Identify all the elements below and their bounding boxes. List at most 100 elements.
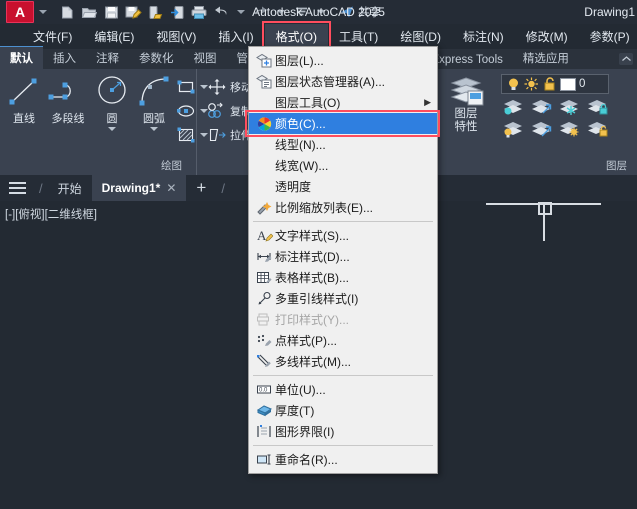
menu-item-linetype[interactable]: 线型(N)... [249, 134, 437, 155]
print-icon[interactable] [188, 2, 210, 22]
dim-style-icon [253, 248, 275, 265]
chevron-down-icon[interactable] [39, 10, 47, 14]
mline-style-icon [253, 353, 275, 370]
drawing-limits-icon [253, 423, 275, 440]
menu-modify[interactable]: 修改(M) [515, 24, 579, 49]
menu-item-layer-states[interactable]: 图层状态管理器(A)... [249, 71, 437, 92]
file-tab-start-label: 开始 [57, 181, 82, 196]
menu-item-units-label: 单位(U)... [275, 383, 326, 397]
undo-dropdown-icon[interactable] [237, 10, 245, 14]
menu-item-layer-tools[interactable]: 图层工具(O) ▶ [249, 92, 437, 113]
ribbon-tab-annotate[interactable]: 注释 [86, 47, 129, 69]
hamburger-icon[interactable] [0, 175, 34, 201]
menu-item-linetype-label: 线型(N)... [275, 138, 326, 152]
panel-layer: 图层 特性 0 图层 [432, 69, 637, 175]
panel-draw-body: 直线 多段线 圆 圆弧 [4, 72, 208, 158]
autocad-window: A 共享 Autodesk AutoCAD 2025 Drawing1 文件(F… [0, 0, 637, 509]
text-style-icon: A [253, 227, 275, 244]
menu-dimension[interactable]: 标注(N) [452, 24, 515, 49]
new-icon[interactable] [56, 2, 78, 22]
menu-separator-3 [253, 445, 433, 446]
menu-separator-2 [253, 375, 433, 376]
ribbon-tab-featured[interactable]: 精选应用 [513, 47, 579, 69]
scale-list-icon [253, 199, 275, 216]
menu-item-point-style[interactable]: 点样式(P)... [249, 330, 437, 351]
save-as-icon[interactable] [122, 2, 144, 22]
layer-controls: 0 [501, 72, 609, 139]
menu-parametric[interactable]: 参数(P) [579, 24, 637, 49]
sun-icon [524, 77, 538, 91]
menu-view[interactable]: 视图(V) [145, 24, 207, 49]
export-icon[interactable] [144, 2, 166, 22]
units-icon: 0.0 [253, 381, 275, 398]
tool-copy[interactable]: 复制 [207, 100, 252, 121]
menu-item-lineweight[interactable]: 线宽(W)... [249, 155, 437, 176]
autocad-logo-icon[interactable]: A [6, 1, 34, 23]
menu-item-layer[interactable]: 图层(L)... [249, 50, 437, 71]
menu-separator-1 [253, 221, 433, 222]
panel-layer-title-row[interactable]: 图层 [437, 158, 633, 175]
layer-isolate-icon [504, 100, 522, 115]
ribbon-tab-insert[interactable]: 插入 [43, 47, 86, 69]
line-icon [9, 78, 37, 105]
menu-item-mleader-style[interactable]: 多重引线样式(I) [249, 288, 437, 309]
menu-item-drawing-limits-label: 图形界限(I) [275, 425, 335, 439]
tool-stretch[interactable]: 拉伸 [207, 124, 252, 145]
tool-move[interactable]: 移动 [207, 76, 252, 97]
tool-polyline-label: 多段线 [51, 113, 85, 125]
panel-draw-title-row[interactable]: 绘图 [4, 158, 192, 175]
file-tab-drawing1[interactable]: Drawing1* ✕ [91, 175, 187, 201]
layer-lock-icon [588, 100, 608, 115]
tool-arc[interactable]: 圆弧 [134, 72, 174, 131]
save-icon[interactable] [100, 2, 122, 22]
tool-layer-properties[interactable]: 图层 特性 [437, 72, 495, 134]
publish-icon[interactable] [166, 2, 188, 22]
svg-text:A: A [257, 228, 267, 243]
menu-item-dimension-style[interactable]: 标注样式(D)... [249, 246, 437, 267]
polyline-icon [48, 82, 71, 100]
menu-item-mline-style[interactable]: 多线样式(M)... [249, 351, 437, 372]
hatch-icon [177, 127, 195, 142]
tool-circle-dropdown-icon[interactable] [108, 127, 116, 131]
tool-arc-dropdown-icon[interactable] [150, 127, 158, 131]
menu-item-plot-style-label: 打印样式(Y)... [275, 313, 349, 327]
undo-icon[interactable] [210, 2, 232, 22]
ribbon-tab-view[interactable]: 视图 [184, 47, 227, 69]
ribbon-tab-parametric[interactable]: 参数化 [129, 47, 184, 69]
menu-item-thickness-label: 厚度(T) [275, 404, 315, 418]
menu-item-text-style[interactable]: A 文字样式(S)... [249, 225, 437, 246]
none-icon [253, 136, 275, 153]
tool-line[interactable]: 直线 [4, 72, 44, 126]
tool-polyline[interactable]: 多段线 [46, 72, 90, 126]
menu-edit[interactable]: 编辑(E) [83, 24, 145, 49]
ribbon-tab-home[interactable]: 默认 [0, 46, 43, 69]
menu-item-units[interactable]: 0.0 单位(U)... [249, 379, 437, 400]
unlock-icon [544, 77, 555, 91]
close-icon[interactable]: ✕ [166, 181, 176, 195]
menu-item-drawing-limits[interactable]: 图形界限(I) [249, 421, 437, 442]
layer-unlock-icon [588, 122, 608, 137]
tool-circle-label: 圆 [106, 113, 118, 125]
menu-item-scale-list-label: 比例缩放列表(E)... [275, 201, 373, 215]
panel-draw-title: 绘图 [161, 160, 182, 172]
viewport-label[interactable]: [-][俯视][二维线框] [5, 206, 97, 222]
new-tab-button[interactable]: + [186, 175, 216, 201]
document-name: Drawing1 [584, 5, 635, 19]
current-layer-bar[interactable]: 0 [501, 74, 609, 94]
menu-item-point-style-label: 点样式(P)... [275, 334, 337, 348]
ribbon-collapse-button[interactable] [619, 53, 633, 65]
file-tab-start[interactable]: 开始 [48, 175, 92, 201]
menu-item-table-style[interactable]: 表格样式(B)... [249, 267, 437, 288]
tool-circle[interactable]: 圆 [92, 72, 132, 131]
layer-off-icon [504, 122, 522, 138]
format-dropdown-menu: 图层(L)... 图层状态管理器(A)... 图层工具(O) ▶ 颜色(C)..… [245, 46, 440, 474]
menu-item-thickness[interactable]: 厚度(T) [249, 400, 437, 421]
color-swatch-icon[interactable] [560, 77, 576, 91]
menu-item-scale-list[interactable]: 比例缩放列表(E)... [249, 197, 437, 218]
menu-item-rename[interactable]: 重命名(R)... [249, 449, 437, 470]
open-icon[interactable] [78, 2, 100, 22]
menu-item-color[interactable]: 颜色(C)... [245, 110, 440, 137]
plot-style-icon [253, 311, 275, 328]
menu-item-transparency[interactable]: 透明度 [249, 176, 437, 197]
layer-tool-row-2 [501, 119, 609, 139]
